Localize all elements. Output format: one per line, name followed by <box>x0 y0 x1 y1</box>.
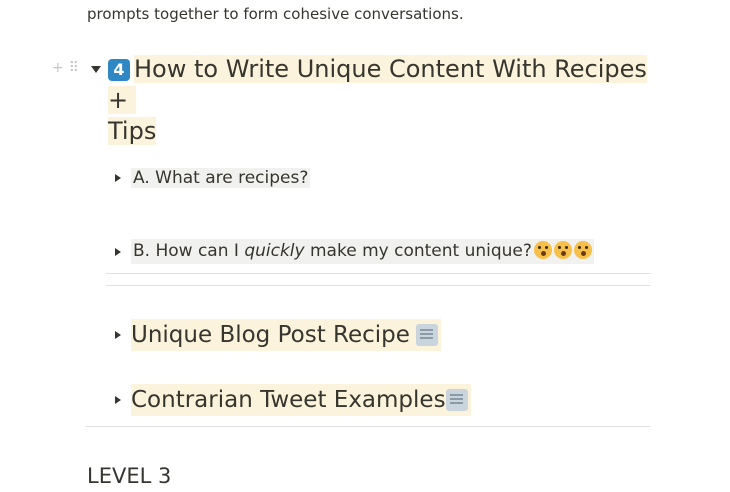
recipe-blog-arrow[interactable] <box>115 331 121 339</box>
number-4-icon: 4 <box>108 59 130 81</box>
section-title-line2: Tips <box>108 117 157 145</box>
divider <box>85 426 651 427</box>
level-heading: LEVEL 3 <box>87 464 172 488</box>
toggle-label-post: make my content unique? <box>304 241 532 261</box>
scroll-icon <box>445 389 468 411</box>
toggle-b-arrow[interactable] <box>115 248 121 256</box>
add-block-icon[interactable]: + <box>52 60 64 76</box>
toggle-closed-icon[interactable] <box>115 396 121 404</box>
toggle-contrarian-tweet-examples[interactable]: Contrarian Tweet Examples <box>131 384 471 416</box>
toggle-what-are-recipes[interactable]: A. What are recipes? <box>131 166 311 191</box>
astonished-face-icon <box>553 241 572 259</box>
recipe-label: Contrarian Tweet Examples <box>131 387 446 413</box>
toggle-make-content-unique[interactable]: B. How can I quickly make my content uni… <box>131 239 594 264</box>
section-title-line1: How to Write Unique Content With Recipes… <box>108 55 647 114</box>
toggle-label-wrap: B. How can I quickly make my content uni… <box>131 239 594 264</box>
intro-line: prompts together to form cohesive conver… <box>87 5 464 23</box>
recipe-label-wrap: Contrarian Tweet Examples <box>131 384 471 416</box>
toggle-label: A. What are recipes? <box>131 168 311 188</box>
toggle-closed-icon[interactable] <box>115 174 121 182</box>
divider <box>106 285 651 286</box>
divider <box>106 273 651 274</box>
heading-toggle[interactable] <box>91 66 101 73</box>
toggle-unique-blog-post-recipe[interactable]: Unique Blog Post Recipe <box>131 319 441 351</box>
toggle-closed-icon[interactable] <box>115 331 121 339</box>
toggle-label-emphasis: quickly <box>244 241 305 261</box>
toggle-open-icon[interactable] <box>91 66 101 73</box>
astonished-face-icon <box>533 241 552 259</box>
recipe-label-wrap: Unique Blog Post Recipe <box>131 319 441 351</box>
toggle-a-arrow[interactable] <box>115 174 121 182</box>
toggle-label-pre: B. How can I <box>133 241 245 261</box>
toggle-closed-icon[interactable] <box>115 248 121 256</box>
astonished-face-icon <box>573 241 592 259</box>
section-heading: 4 How to Write Unique Content With Recipe… <box>108 54 648 147</box>
scroll-icon <box>415 324 438 346</box>
drag-handle-icon[interactable]: ⠿ <box>69 60 79 76</box>
recipe-tweet-arrow[interactable] <box>115 396 121 404</box>
block-gutter[interactable]: + ⠿ <box>52 60 79 76</box>
recipe-label: Unique Blog Post Recipe <box>131 322 410 348</box>
